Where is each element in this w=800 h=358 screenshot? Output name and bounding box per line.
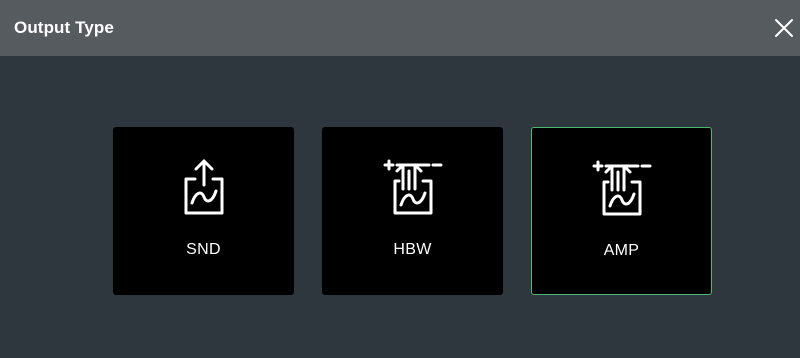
amp-in-out-icon	[592, 160, 651, 216]
dialog-title-bar: Output Type	[0, 0, 800, 56]
output-type-dialog: Output Type SND HBW AMP	[0, 0, 800, 358]
hbw-in-out-icon	[383, 159, 442, 215]
send-upload-icon	[184, 159, 223, 215]
close-icon	[775, 19, 793, 37]
close-button[interactable]	[772, 16, 796, 40]
option-snd[interactable]: SND	[113, 127, 294, 295]
option-label: AMP	[603, 242, 640, 259]
option-label: SND	[186, 241, 221, 258]
option-amp[interactable]: AMP	[531, 127, 712, 295]
option-hbw[interactable]: HBW	[322, 127, 503, 295]
option-label: HBW	[393, 241, 432, 258]
dialog-title: Output Type	[14, 18, 114, 37]
output-type-options: SND HBW AMP	[0, 56, 800, 358]
